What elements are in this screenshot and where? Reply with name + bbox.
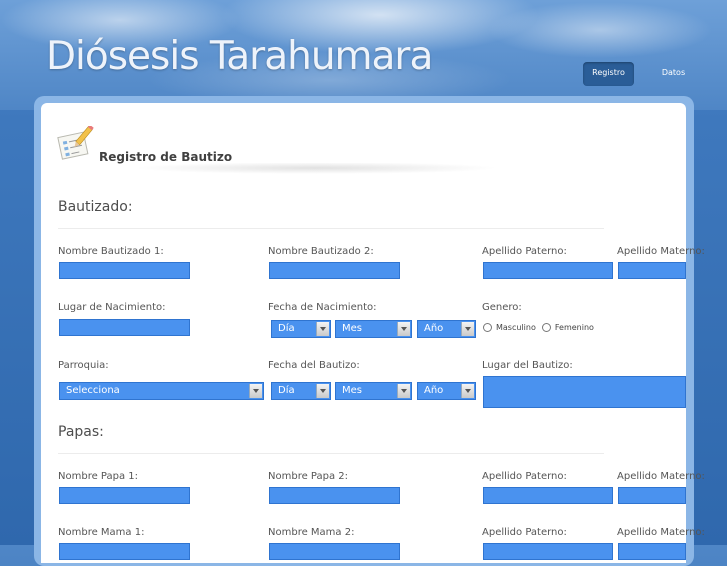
section-divider [58,453,604,454]
nacimiento-anio-select[interactable]: Año [417,320,476,338]
nacimiento-anio-value: Año [424,323,444,334]
nombre-mama-1-input[interactable] [59,543,190,560]
section-divider [58,228,604,229]
form-edit-icon [57,126,94,160]
nombre-papa-2-input[interactable] [269,487,400,504]
radio-femenino[interactable] [541,323,551,332]
label-mama-apellido-materno: Apellido Materno: [617,527,705,538]
bautizo-anio-value: Año [424,385,444,396]
nacimiento-dia-value: Día [278,323,295,334]
label-nombre-mama-2: Nombre Mama 2: [268,527,355,538]
nombre-bautizado-2-input[interactable] [269,262,400,279]
label-papa-apellido-materno: Apellido Materno: [617,471,705,482]
parroquia-select[interactable]: Selecciona [59,382,264,400]
papa-apellido-materno-input[interactable] [618,487,686,504]
lugar-nacimiento-input[interactable] [59,319,190,336]
nav-item-datos[interactable]: Datos [648,62,699,86]
label-lugar-bautizo: Lugar del Bautizo: [482,360,573,371]
radio-masculino[interactable] [483,323,492,332]
label-parroquia: Parroquia: [58,360,109,371]
nacimiento-mes-select[interactable]: Mes [335,320,412,338]
nombre-papa-1-input[interactable] [59,487,190,504]
label-nombre-mama-1: Nombre Mama 1: [58,527,145,538]
title-divider [96,163,556,179]
bautizo-mes-value: Mes [342,385,362,396]
label-fecha-bautizo: Fecha del Bautizo: [268,360,360,371]
section-title-bautizado: Bautizado: [58,199,133,215]
section-title-papas: Papas: [58,424,104,440]
bautizo-dia-value: Día [278,385,295,396]
page-title: Registro de Bautizo [99,150,233,164]
genero-radio-group: Masculino Femenino [483,323,600,332]
chevron-down-icon [316,384,329,398]
label-apellido-paterno: Apellido Paterno: [482,246,567,257]
apellido-paterno-input[interactable] [483,262,613,279]
form-panel: Registro de Bautizo Bautizado: Nombre Ba… [41,103,705,563]
radio-femenino-label: Femenino [554,323,594,332]
chevron-down-icon [461,322,474,336]
label-nombre-papa-2: Nombre Papa 2: [268,471,349,482]
nombre-mama-2-input[interactable] [269,543,400,560]
chevron-down-icon [249,384,262,398]
label-apellido-materno: Apellido Materno: [617,246,705,257]
label-nombre-bautizado-2: Nombre Bautizado 2: [268,246,374,257]
chevron-down-icon [397,384,410,398]
chevron-down-icon [397,322,410,336]
nav-item-registro[interactable]: Registro [583,62,634,86]
label-nombre-bautizado-1: Nombre Bautizado 1: [58,246,164,257]
top-nav: Registro Datos [583,62,699,86]
parroquia-value: Selecciona [66,385,120,396]
bautizo-mes-select[interactable]: Mes [335,382,412,400]
nacimiento-dia-select[interactable]: Día [271,320,331,338]
label-genero: Genero: [482,302,522,313]
mama-apellido-paterno-input[interactable] [483,543,613,560]
radio-masculino-label: Masculino [496,323,536,332]
nacimiento-mes-value: Mes [342,323,362,334]
nombre-bautizado-1-input[interactable] [59,262,190,279]
apellido-materno-input[interactable] [618,262,686,279]
bautizo-dia-select[interactable]: Día [271,382,331,400]
mama-apellido-materno-input[interactable] [618,543,686,560]
papa-apellido-paterno-input[interactable] [483,487,613,504]
lugar-bautizo-input[interactable] [483,376,686,408]
label-papa-apellido-paterno: Apellido Paterno: [482,471,567,482]
site-title: Diósesis Tarahumara [46,34,433,79]
label-nombre-papa-1: Nombre Papa 1: [58,471,139,482]
chevron-down-icon [461,384,474,398]
label-mama-apellido-paterno: Apellido Paterno: [482,527,567,538]
chevron-down-icon [316,322,329,336]
label-fecha-nacimiento: Fecha de Nacimiento: [268,302,377,313]
bautizo-anio-select[interactable]: Año [417,382,476,400]
label-lugar-nacimiento: Lugar de Nacimiento: [58,302,166,313]
